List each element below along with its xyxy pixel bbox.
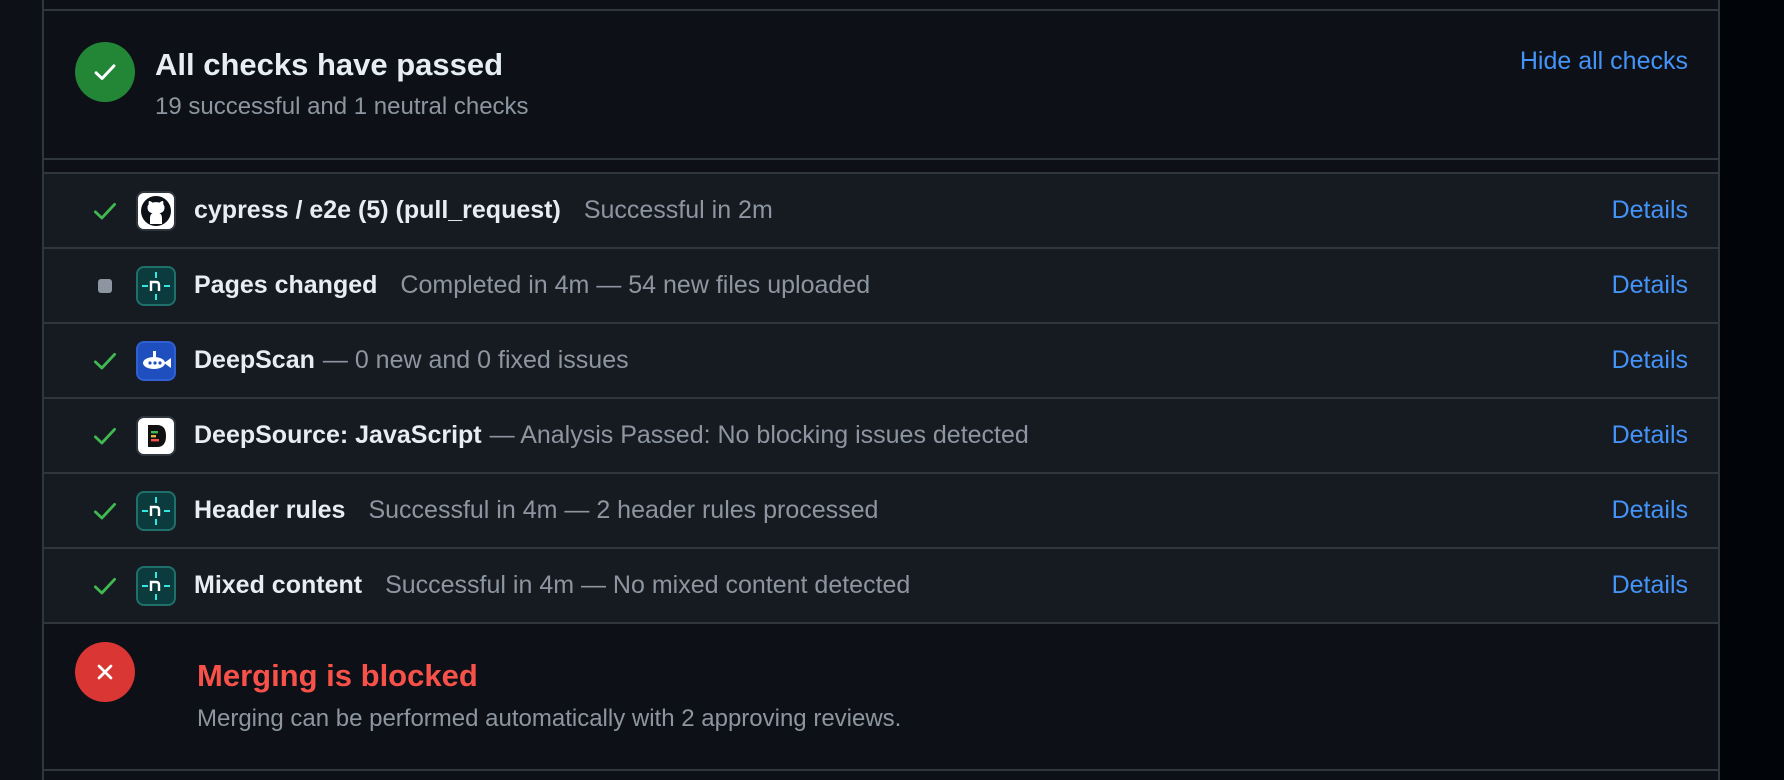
- merge-box: All checks have passed 19 successful and…: [42, 0, 1720, 780]
- check-description: Completed in 4m — 54 new files uploaded: [400, 271, 871, 299]
- merge-blocked-icon: [75, 642, 135, 702]
- details-link[interactable]: Details: [1612, 249, 1688, 322]
- deepsource-icon: [136, 416, 176, 456]
- netlify-icon: [136, 491, 176, 531]
- check-name: DeepSource: JavaScript: [194, 421, 482, 449]
- check-text: Header rules Successful in 4m — 2 header …: [194, 474, 878, 547]
- check-row: Header rules Successful in 4m — 2 header …: [44, 474, 1718, 549]
- check-success-icon: [90, 496, 120, 526]
- details-link[interactable]: Details: [1612, 474, 1688, 547]
- check-success-icon: [90, 571, 120, 601]
- checks-list: cypress / e2e (5) (pull_request) Successf…: [44, 172, 1718, 624]
- check-row: cypress / e2e (5) (pull_request) Successf…: [44, 174, 1718, 249]
- check-row: Pages changed Completed in 4m — 54 new fi…: [44, 249, 1718, 324]
- github-icon: [136, 191, 176, 231]
- check-success-icon: [90, 346, 120, 376]
- check-text: cypress / e2e (5) (pull_request) Successf…: [194, 174, 773, 247]
- check-description: Successful in 4m — No mixed content dete…: [385, 571, 911, 599]
- check-description: — Analysis Passed: No blocking issues de…: [489, 421, 1029, 449]
- check-row: DeepSource: JavaScript — Analysis Passed:…: [44, 399, 1718, 474]
- checks-summary-title: All checks have passed: [155, 47, 504, 82]
- checks-summary-subtitle: 19 successful and 1 neutral checks: [155, 93, 529, 120]
- checks-summary: All checks have passed 19 successful and…: [44, 11, 1718, 158]
- check-text: Pages changed Completed in 4m — 54 new fi…: [194, 249, 870, 322]
- netlify-icon: [136, 266, 176, 306]
- neutral-status-icon: [90, 271, 120, 301]
- divider: [44, 769, 1718, 771]
- check-success-icon: [90, 196, 120, 226]
- hide-all-checks-link[interactable]: Hide all checks: [1520, 47, 1688, 76]
- details-link[interactable]: Details: [1612, 549, 1688, 622]
- check-name: cypress / e2e (5) (pull_request): [194, 196, 561, 224]
- check-name: Mixed content: [194, 571, 363, 599]
- check-description: Successful in 2m: [583, 196, 773, 224]
- check-text: DeepSource: JavaScript — Analysis Passed:…: [194, 399, 1029, 472]
- check-text: DeepScan — 0 new and 0 fixed issues: [194, 324, 629, 397]
- merge-status-title: Merging is blocked: [197, 658, 478, 693]
- success-check-icon: [75, 42, 135, 102]
- check-description: — 0 new and 0 fixed issues: [322, 346, 629, 374]
- page-margin-left: [0, 0, 42, 780]
- page-margin-right: [1720, 0, 1784, 780]
- netlify-icon: [136, 566, 176, 606]
- details-link[interactable]: Details: [1612, 399, 1688, 472]
- check-text: Mixed content Successful in 4m — No mixed…: [194, 549, 910, 622]
- check-name: DeepScan: [194, 346, 315, 374]
- details-link[interactable]: Details: [1612, 324, 1688, 397]
- check-row: DeepScan — 0 new and 0 fixed issues Detai…: [44, 324, 1718, 399]
- deepscan-icon: [136, 341, 176, 381]
- check-name: Pages changed: [194, 271, 378, 299]
- spacer: [44, 160, 1718, 172]
- details-link[interactable]: Details: [1612, 174, 1688, 247]
- check-row: Mixed content Successful in 4m — No mixed…: [44, 549, 1718, 624]
- check-success-icon: [90, 421, 120, 451]
- check-name: Header rules: [194, 496, 346, 524]
- merge-status-subtitle: Merging can be performed automatically w…: [197, 705, 902, 732]
- check-description: Successful in 4m — 2 header rules proces…: [368, 496, 879, 524]
